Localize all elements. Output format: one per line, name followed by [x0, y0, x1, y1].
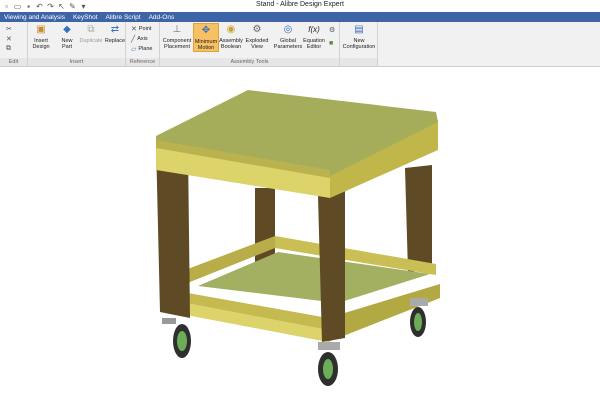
component-placement-label: Component Placement — [162, 38, 192, 50]
axis-label: Axis — [137, 36, 148, 42]
insert-design-label: Insert Design — [32, 38, 50, 50]
group-label-assembly-tools: Assembly Tools — [160, 58, 339, 66]
back-right-leg — [405, 165, 432, 272]
minimum-motion-label: Minimum Motion — [194, 39, 218, 51]
exploded-view-label: Exploded View — [245, 38, 269, 50]
plane-label: Plane — [138, 46, 153, 52]
parameters-icon: ◎ — [283, 24, 293, 35]
delete-tool[interactable]: ✕ — [6, 35, 12, 43]
cube-icon: ■ — [329, 40, 334, 47]
caster-front-right — [318, 342, 340, 386]
global-parameters-button[interactable]: ◎ Global Parameters — [273, 23, 303, 51]
window-title: Stand - Alibre Design Expert — [256, 1, 344, 8]
copy-tool[interactable]: ⧉ — [6, 45, 11, 53]
new-part-label: New Part — [61, 38, 73, 50]
title-bar: ▫ ▭ ▪ ↶ ↷ ↖ ✎ ▾ Stand - Alibre Design Ex… — [0, 0, 600, 12]
caster-front-left — [162, 318, 191, 358]
stand-model[interactable] — [0, 67, 600, 400]
close-icon: ✕ — [6, 36, 12, 43]
group-label-reference: Reference — [126, 58, 159, 66]
duplicate-label: Duplicate — [79, 38, 103, 44]
new-part-button[interactable]: ◆ New Part — [58, 23, 76, 51]
duplicate-button[interactable]: ⧉ Duplicate — [78, 23, 104, 45]
new-configuration-button[interactable]: ▤ New Configuration — [342, 23, 376, 51]
menu-alibre-script[interactable]: Alibre Script — [102, 14, 145, 21]
group-configurations: ▤ New Configuration — [340, 22, 378, 66]
boolean-icon: ◉ — [226, 24, 236, 35]
box-icon: ▣ — [36, 24, 46, 35]
3d-viewport[interactable] — [0, 67, 600, 400]
config-small-tool[interactable]: ⚙ — [329, 26, 335, 34]
replace-icon: ⇄ — [110, 24, 120, 35]
exploded-icon: ⚙ — [252, 24, 262, 35]
axis-icon: ╱ — [131, 36, 136, 43]
equation-editor-button[interactable]: f(x) Equation Editor — [302, 23, 326, 51]
ribbon: ✂ ✕ ⧉ Edit ▣ Insert Design ◆ New Part ⧉ … — [0, 22, 600, 67]
exploded-view-button[interactable]: ⚙ Exploded View — [245, 23, 269, 51]
point-icon: ✕ — [131, 26, 137, 33]
insert-design-button[interactable]: ▣ Insert Design — [30, 23, 52, 51]
point-button[interactable]: ✕ Point — [131, 25, 151, 33]
group-edit: ✂ ✕ ⧉ Edit — [0, 22, 28, 66]
copy-icon: ⧉ — [6, 45, 11, 52]
group-assembly-tools: ⊥ Component Placement ✥ Minimum Motion ◉… — [160, 22, 340, 66]
equation-editor-label: Equation Editor — [303, 38, 325, 50]
menu-viewing-and-analysis[interactable]: Viewing and Analysis — [0, 14, 69, 21]
group-insert: ▣ Insert Design ◆ New Part ⧉ Duplicate ⇄… — [28, 22, 126, 66]
new-configuration-label: New Configuration — [342, 38, 376, 50]
cut-icon: ✂ — [6, 26, 12, 33]
cut-tool[interactable]: ✂ — [6, 25, 12, 33]
gear-icon: ⚙ — [329, 27, 336, 34]
group-label-edit: Edit — [0, 58, 27, 66]
caster-back-right — [410, 298, 428, 337]
point-label: Point — [138, 26, 152, 32]
duplicate-icon: ⧉ — [87, 24, 95, 35]
new-part-icon: ◆ — [63, 24, 71, 35]
global-parameters-label: Global Parameters — [273, 38, 303, 50]
config-small-tool-2[interactable]: ■ — [329, 40, 333, 47]
placement-icon: ⊥ — [172, 24, 182, 35]
replace-button[interactable]: ⇄ Replace — [104, 23, 126, 45]
menu-bar: Viewing and Analysis KeyShot Alibre Scri… — [0, 12, 600, 22]
motion-icon: ✥ — [201, 25, 211, 36]
front-right-leg — [318, 188, 345, 342]
plane-button[interactable]: ▱ Plane — [131, 45, 152, 53]
axis-button[interactable]: ╱ Axis — [131, 35, 148, 43]
menu-keyshot[interactable]: KeyShot — [69, 14, 102, 21]
function-icon: f(x) — [308, 25, 320, 34]
configuration-icon: ▤ — [354, 24, 364, 35]
component-placement-button[interactable]: ⊥ Component Placement — [162, 23, 192, 51]
group-label-configurations — [340, 58, 377, 66]
replace-label: Replace — [104, 38, 126, 44]
menu-add-ons[interactable]: Add-Ons — [145, 14, 179, 21]
minimum-motion-button[interactable]: ✥ Minimum Motion — [193, 23, 219, 52]
group-label-insert: Insert — [28, 58, 125, 66]
assembly-boolean-label: Assembly Boolean — [219, 38, 243, 50]
assembly-boolean-button[interactable]: ◉ Assembly Boolean — [218, 23, 244, 51]
group-reference: ✕ Point ╱ Axis ▱ Plane Reference — [126, 22, 160, 66]
plane-icon: ▱ — [131, 46, 137, 53]
